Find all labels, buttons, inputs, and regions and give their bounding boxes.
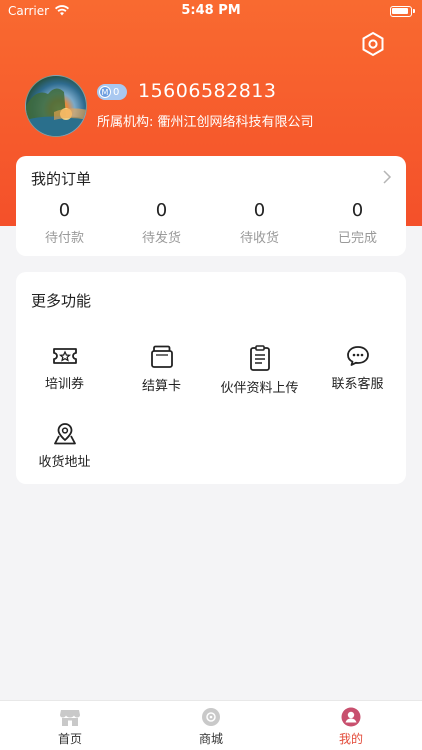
clipboard-icon [249, 345, 270, 371]
tab-label: 商城 [198, 732, 223, 746]
tab-profile[interactable]: 我的 [281, 707, 421, 747]
orders-card: 我的订单 0 待付款 0 待发货 0 待收货 0 已完成 [16, 156, 406, 256]
order-count: 0 [58, 200, 71, 221]
organization-name: 衢州江创网络科技有限公司 [157, 115, 314, 130]
tab-mall[interactable]: 商城 [141, 707, 281, 747]
order-count: 0 [155, 200, 168, 221]
feature-label: 培训券 [44, 377, 84, 392]
location-icon [53, 423, 76, 445]
order-label: 待发货 [141, 231, 181, 246]
more-features-title: 更多功能 [31, 292, 92, 310]
member-level: 0 [113, 86, 120, 98]
store-icon [60, 710, 80, 726]
profile-icon [341, 707, 361, 727]
more-features-card: 更多功能 培训券 结算卡 伙伴资料上传 联系客服 收货地址 [16, 272, 406, 484]
member-icon: M [99, 86, 111, 98]
chevron-right-icon[interactable] [382, 170, 392, 184]
feature-label: 收货地址 [38, 455, 91, 470]
organization-line: 所属机构: 衢州江创网络科技有限公司 [97, 111, 314, 130]
orders-title: 我的订单 [31, 170, 92, 188]
mall-icon [202, 708, 220, 726]
order-label: 待收货 [239, 231, 279, 246]
feature-customer-service[interactable]: 联系客服 [309, 344, 406, 392]
order-status-pending-shipment[interactable]: 0 待发货 [113, 200, 210, 246]
order-label: 待付款 [44, 231, 84, 246]
order-status-completed[interactable]: 0 已完成 [309, 200, 406, 246]
phone-number: 15606582813 [138, 80, 277, 102]
feature-label: 结算卡 [141, 379, 181, 394]
status-bar: Carrier 5:48 PM [0, 0, 422, 24]
order-count: 0 [253, 200, 266, 221]
battery-icon [390, 6, 415, 17]
tab-label: 首页 [57, 732, 82, 746]
feature-partner-upload[interactable]: 伙伴资料上传 [211, 344, 308, 396]
avatar-landscape-image [26, 88, 86, 136]
order-count: 0 [351, 200, 364, 221]
settings-hexagon-icon[interactable] [360, 31, 386, 57]
member-level-badge: M 0 [97, 84, 127, 100]
feature-label: 伙伴资料上传 [220, 381, 299, 396]
chat-icon [346, 346, 369, 366]
feature-shipping-address[interactable]: 收货地址 [16, 422, 113, 470]
organization-label: 所属机构: [97, 115, 154, 130]
feature-settlement-card[interactable]: 结算卡 [113, 344, 210, 394]
tab-bar: 首页 商城 我的 [0, 700, 422, 750]
ticket-icon [52, 348, 77, 364]
clock: 5:48 PM [181, 3, 241, 18]
order-status-pending-receipt[interactable]: 0 待收货 [211, 200, 308, 246]
tab-label: 我的 [338, 732, 363, 746]
feature-label: 联系客服 [331, 377, 384, 392]
feature-training-voucher[interactable]: 培训券 [16, 344, 113, 392]
tab-home[interactable]: 首页 [0, 707, 140, 747]
wallet-icon [150, 345, 173, 368]
order-label: 已完成 [337, 231, 377, 246]
avatar[interactable] [25, 75, 87, 137]
order-status-pending-payment[interactable]: 0 待付款 [16, 200, 113, 246]
